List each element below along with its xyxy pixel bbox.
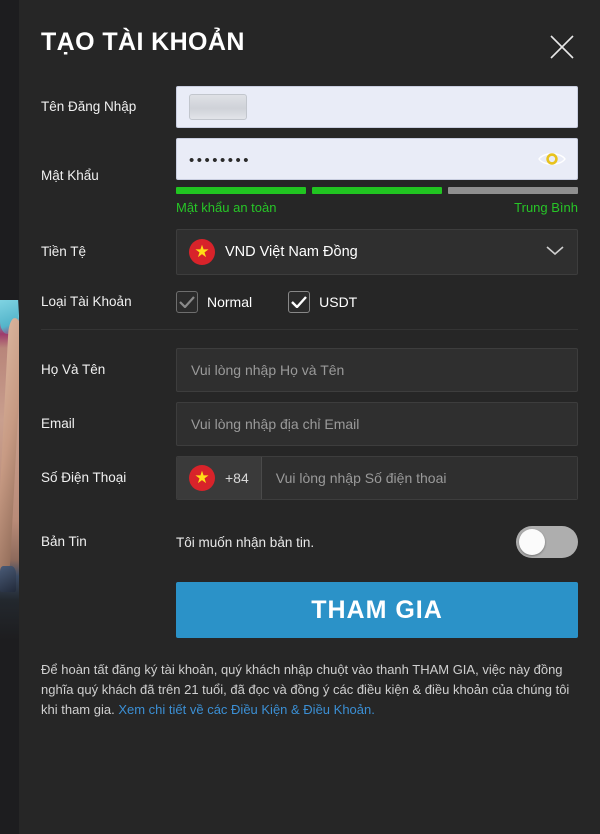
phone-placeholder: Vui lòng nhập Số điện thoai xyxy=(275,470,447,486)
checkbox-normal-label: Normal xyxy=(207,294,253,310)
terms-note: Để hoàn tất đăng ký tài khoản, quý khách… xyxy=(41,660,578,720)
phone-input-group: ★ +84 Vui lòng nhập Số điện thoai xyxy=(176,456,578,500)
email-input[interactable]: Vui lòng nhập địa chỉ Email xyxy=(176,402,578,446)
full-name-field-wrap: Vui lòng nhập Họ và Tên xyxy=(176,348,578,392)
strength-segment-2 xyxy=(312,187,442,194)
terms-link[interactable]: Xem chi tiết về các Điều Kiện & Điều Kho… xyxy=(118,702,375,717)
phone-row: Số Điện Thoại ★ +84 Vui lòng nhập Số điệ… xyxy=(41,456,578,500)
username-label: Tên Đăng Nhập xyxy=(41,98,137,114)
vietnam-flag-icon: ★ xyxy=(189,465,215,491)
background-arm xyxy=(0,317,20,587)
phone-dial-code: +84 xyxy=(225,470,249,486)
checkbox-usdt[interactable]: USDT xyxy=(288,291,357,313)
account-type-options: Normal USDT xyxy=(176,291,578,313)
strength-segment-3 xyxy=(448,187,578,194)
page-root: TẠO TÀI KHOẢN Tên Đăng Nhập Mật Khẩu •••… xyxy=(0,0,600,834)
flag-star: ★ xyxy=(194,468,210,487)
section-divider xyxy=(41,329,578,330)
background-shoe xyxy=(0,566,16,592)
username-field-wrap xyxy=(176,86,578,128)
strength-segment-1 xyxy=(176,187,306,194)
close-icon[interactable] xyxy=(542,27,582,67)
newsletter-label: Bản Tin xyxy=(41,533,87,549)
currency-field-wrap: ★ VND Việt Nam Đồng xyxy=(176,229,578,275)
account-type-field-wrap: Normal USDT xyxy=(176,291,578,313)
autofill-highlight xyxy=(189,94,247,120)
page-title: TẠO TÀI KHOẢN xyxy=(41,28,245,56)
phone-number-input[interactable]: Vui lòng nhập Số điện thoai xyxy=(261,457,577,499)
submit-row: THAM GIA xyxy=(41,582,578,638)
full-name-placeholder: Vui lòng nhập Họ và Tên xyxy=(191,362,345,378)
register-form: Tên Đăng Nhập Mật Khẩu •••••••• Mật khẩu… xyxy=(19,86,600,638)
checkbox-usdt-box[interactable] xyxy=(288,291,311,313)
currency-selected-value: VND Việt Nam Đồng xyxy=(225,244,358,260)
submit-button[interactable]: THAM GIA xyxy=(176,582,578,638)
email-field-wrap: Vui lòng nhập địa chỉ Email xyxy=(176,402,578,446)
username-input[interactable] xyxy=(176,86,578,128)
strength-message: Mật khẩu an toàn xyxy=(176,200,277,215)
phone-country-selector[interactable]: ★ +84 xyxy=(177,457,262,499)
email-row: Email Vui lòng nhập địa chỉ Email xyxy=(41,402,578,446)
newsletter-text: Tôi muốn nhận bản tin. xyxy=(176,534,315,550)
chevron-down-icon[interactable] xyxy=(545,244,565,260)
flag-star: ★ xyxy=(194,242,210,261)
eye-icon[interactable] xyxy=(537,149,567,169)
modal-header: TẠO TÀI KHOẢN xyxy=(19,0,600,86)
checkbox-normal-box[interactable] xyxy=(176,291,198,313)
account-type-row: Loại Tài Khoản Normal USDT xyxy=(41,291,578,313)
checkbox-usdt-label: USDT xyxy=(319,294,358,310)
email-placeholder: Vui lòng nhập địa chỉ Email xyxy=(191,416,360,432)
background-image-strip xyxy=(0,0,20,834)
checkbox-normal[interactable]: Normal xyxy=(176,291,252,313)
password-strength-labels: Mật khẩu an toàn Trung Bình xyxy=(176,200,578,215)
account-type-label: Loại Tài Khoản xyxy=(41,293,132,309)
register-modal: TẠO TÀI KHOẢN Tên Đăng Nhập Mật Khẩu •••… xyxy=(19,0,600,834)
newsletter-toggle[interactable] xyxy=(516,526,578,558)
newsletter-row: Bản Tin Tôi muốn nhận bản tin. xyxy=(41,526,578,558)
strength-level: Trung Bình xyxy=(514,200,578,215)
password-row: Mật Khẩu •••••••• Mật khẩu an toàn Trung… xyxy=(41,138,578,215)
vietnam-flag-icon: ★ xyxy=(189,239,215,265)
password-label: Mật Khẩu xyxy=(41,168,99,184)
phone-label: Số Điện Thoại xyxy=(41,469,127,485)
phone-field-wrap: ★ +84 Vui lòng nhập Số điện thoai xyxy=(176,456,578,500)
currency-select[interactable]: ★ VND Việt Nam Đồng xyxy=(176,229,578,275)
full-name-input[interactable]: Vui lòng nhập Họ và Tên xyxy=(176,348,578,392)
password-field-wrap: •••••••• Mật khẩu an toàn Trung Bình xyxy=(176,138,578,215)
currency-row: Tiền Tệ ★ VND Việt Nam Đồng xyxy=(41,229,578,275)
username-row: Tên Đăng Nhập xyxy=(41,86,578,128)
email-label: Email xyxy=(41,415,75,431)
currency-label: Tiền Tệ xyxy=(41,243,87,259)
submit-spacer xyxy=(41,582,176,638)
password-strength-meter xyxy=(176,187,578,194)
newsletter-toggle-knob xyxy=(519,529,545,555)
full-name-row: Họ Và Tên Vui lòng nhập Họ và Tên xyxy=(41,348,578,392)
password-value: •••••••• xyxy=(189,152,252,169)
password-input[interactable]: •••••••• xyxy=(176,138,578,180)
full-name-label: Họ Và Tên xyxy=(41,361,106,377)
